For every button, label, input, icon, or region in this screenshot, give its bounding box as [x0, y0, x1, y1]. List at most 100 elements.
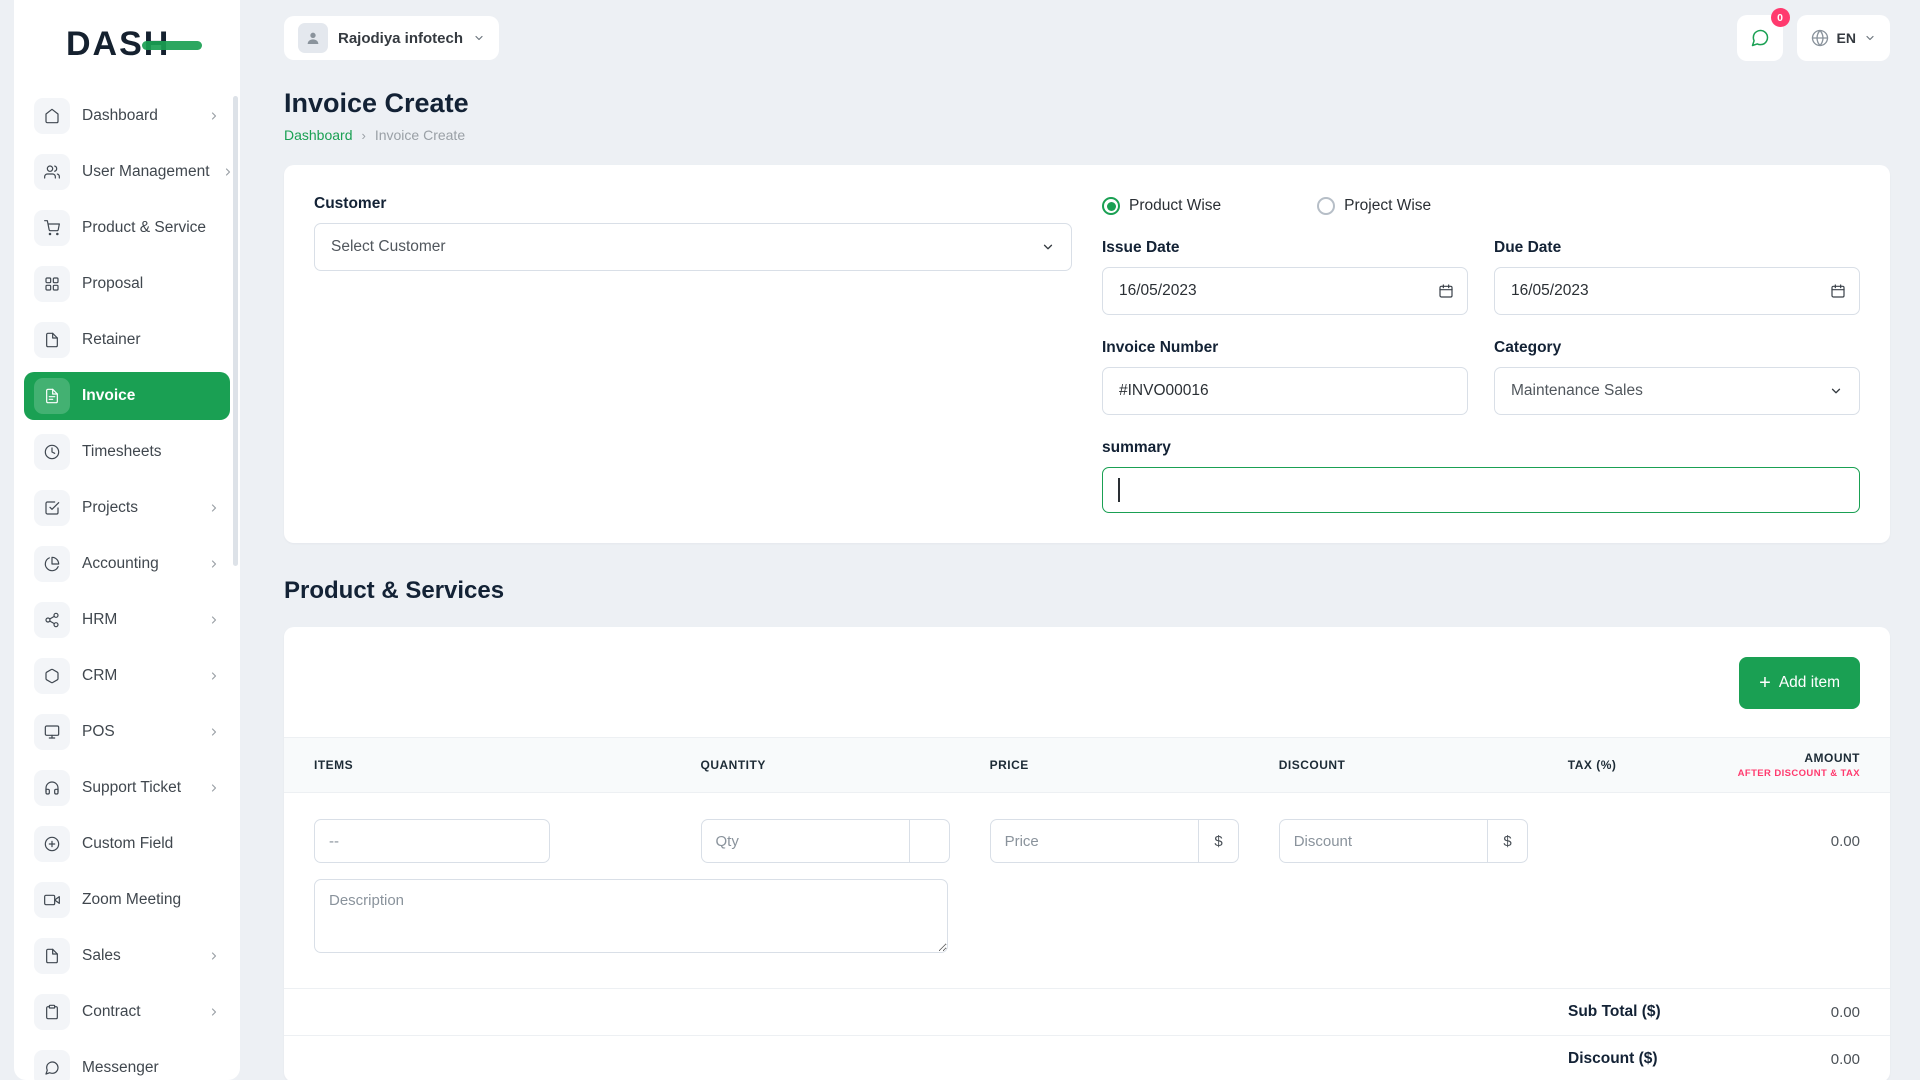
- sidebar-item-user-management[interactable]: User Management: [24, 148, 230, 196]
- users-icon: [34, 154, 70, 190]
- chevron-down-icon: [1864, 32, 1876, 44]
- summary-label: summary: [1102, 439, 1860, 457]
- text-caret: [1118, 478, 1120, 502]
- sidebar-item-label: CRM: [82, 667, 196, 685]
- message-icon: [34, 1050, 70, 1080]
- check-square-icon: [34, 490, 70, 526]
- language-selector[interactable]: EN: [1797, 15, 1890, 61]
- discount-input-group: $: [1279, 819, 1528, 863]
- quantity-input-group: [701, 819, 950, 863]
- sidebar-item-projects[interactable]: Projects: [24, 484, 230, 532]
- plus-icon: +: [1759, 673, 1771, 693]
- amount-header: AMOUNT AFTER DISCOUNT & TAX: [1727, 751, 1860, 779]
- discount-input[interactable]: [1279, 819, 1488, 863]
- category-select[interactable]: Maintenance Sales: [1494, 367, 1860, 415]
- clipboard-icon: [34, 994, 70, 1030]
- sidebar-item-contract[interactable]: Contract: [24, 988, 230, 1036]
- pie-chart-icon: [34, 546, 70, 582]
- chevron-right-icon: [208, 950, 220, 962]
- plus-circle-icon: [34, 826, 70, 862]
- topbar: Rajodiya infotech 0 EN: [284, 0, 1890, 76]
- sidebar-item-label: Sales: [82, 947, 196, 965]
- project-wise-radio[interactable]: Project Wise: [1317, 197, 1431, 215]
- messages-button[interactable]: 0: [1737, 15, 1783, 61]
- monitor-icon: [34, 714, 70, 750]
- breadcrumb-separator-icon: ›: [362, 128, 366, 143]
- sidebar-item-accounting[interactable]: Accounting: [24, 540, 230, 588]
- description-row: [284, 871, 1890, 988]
- subtotal-row: Sub Total ($) 0.00: [284, 988, 1890, 1035]
- price-header: PRICE: [990, 758, 1279, 772]
- sidebar-item-label: HRM: [82, 611, 196, 629]
- due-date-input[interactable]: [1494, 267, 1860, 315]
- language-code: EN: [1837, 30, 1856, 46]
- discount-total-label: Discount ($): [1568, 1050, 1740, 1068]
- items-header: ITEMS: [314, 758, 701, 772]
- discount-total-value: 0.00: [1740, 1051, 1860, 1068]
- summary-field: summary: [1102, 439, 1860, 513]
- customer-select[interactable]: Select Customer: [314, 223, 1072, 271]
- customer-select-value: Select Customer: [331, 238, 1041, 256]
- invoice-type-radios: Product Wise Project Wise: [1102, 197, 1860, 215]
- sidebar-item-crm[interactable]: CRM: [24, 652, 230, 700]
- sidebar-item-label: Zoom Meeting: [82, 891, 220, 909]
- price-input-group: $: [990, 819, 1239, 863]
- sidebar-item-label: Messenger: [82, 1059, 220, 1077]
- sidebar-item-zoom-meeting[interactable]: Zoom Meeting: [24, 876, 230, 924]
- summary-input[interactable]: [1102, 467, 1860, 513]
- sidebar-item-dashboard[interactable]: Dashboard: [24, 92, 230, 140]
- chevron-right-icon: [222, 166, 234, 178]
- products-card: + Add item ITEMS QUANTITY PRICE DISCOUNT…: [284, 627, 1890, 1080]
- video-icon: [34, 882, 70, 918]
- add-item-button[interactable]: + Add item: [1739, 657, 1860, 709]
- discount-header: DISCOUNT: [1279, 758, 1568, 772]
- chevron-right-icon: [208, 614, 220, 626]
- sidebar-item-pos[interactable]: POS: [24, 708, 230, 756]
- sidebar-item-label: Support Ticket: [82, 779, 196, 797]
- sidebar-item-label: Accounting: [82, 555, 196, 573]
- sidebar-item-sales[interactable]: Sales: [24, 932, 230, 980]
- item-select-input[interactable]: [314, 819, 550, 863]
- items-table-header: ITEMS QUANTITY PRICE DISCOUNT TAX (%) AM…: [284, 737, 1890, 793]
- sidebar-item-support-ticket[interactable]: Support Ticket: [24, 764, 230, 812]
- invoice-number-label: Invoice Number: [1102, 339, 1468, 357]
- chevron-right-icon: [208, 502, 220, 514]
- customer-column: Customer Select Customer: [314, 195, 1072, 513]
- sidebar-item-invoice[interactable]: Invoice: [24, 372, 230, 420]
- sidebar-item-hrm[interactable]: HRM: [24, 596, 230, 644]
- company-selector[interactable]: Rajodiya infotech: [284, 16, 499, 60]
- price-input[interactable]: [990, 819, 1199, 863]
- page-title: Invoice Create: [284, 88, 1890, 119]
- sidebar-item-product-service[interactable]: Product & Service: [24, 204, 230, 252]
- app-logo[interactable]: DASH: [14, 0, 240, 88]
- sidebar-item-retainer[interactable]: Retainer: [24, 316, 230, 364]
- sidebar-item-label: User Management: [82, 163, 210, 181]
- sidebar-item-proposal[interactable]: Proposal: [24, 260, 230, 308]
- sidebar-item-label: POS: [82, 723, 196, 741]
- radio-selected-icon: [1102, 197, 1120, 215]
- discount-currency-addon: $: [1488, 819, 1528, 863]
- issue-date-input[interactable]: [1102, 267, 1468, 315]
- sidebar-item-timesheets[interactable]: Timesheets: [24, 428, 230, 476]
- main-content: Rajodiya infotech 0 EN Invoice Create Da…: [240, 0, 1920, 1080]
- subtotal-label: Sub Total ($): [1568, 1003, 1740, 1021]
- company-name: Rajodiya infotech: [338, 30, 463, 47]
- invoice-icon: [34, 378, 70, 414]
- chevron-down-icon: [1041, 240, 1055, 254]
- sidebar-scrollbar[interactable]: [233, 96, 238, 566]
- chevron-right-icon: [208, 1006, 220, 1018]
- discount-total-row: Discount ($) 0.00: [284, 1035, 1890, 1080]
- chevron-right-icon: [208, 726, 220, 738]
- product-wise-radio[interactable]: Product Wise: [1102, 197, 1221, 215]
- sidebar-item-custom-field[interactable]: Custom Field: [24, 820, 230, 868]
- topbar-actions: 0 EN: [1737, 15, 1890, 61]
- sidebar-item-label: Timesheets: [82, 443, 220, 461]
- description-input[interactable]: [314, 879, 948, 953]
- products-section-title: Product & Services: [284, 577, 1890, 605]
- breadcrumb-dashboard-link[interactable]: Dashboard: [284, 127, 353, 143]
- sidebar-item-messenger[interactable]: Messenger: [24, 1044, 230, 1080]
- quantity-input[interactable]: [701, 819, 910, 863]
- invoice-number-input[interactable]: [1102, 367, 1468, 415]
- chevron-down-icon: [473, 32, 485, 44]
- sidebar-item-label: Dashboard: [82, 107, 196, 125]
